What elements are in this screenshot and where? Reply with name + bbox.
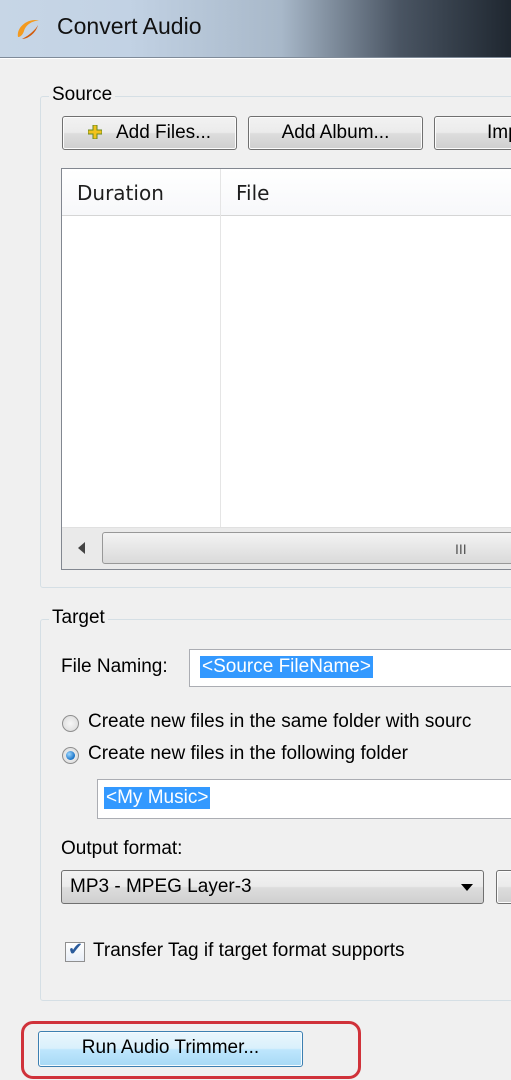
plus-icon (87, 118, 103, 140)
scroll-left-arrow-icon[interactable] (66, 532, 96, 564)
scroll-grip: III (455, 541, 467, 557)
run-audio-trimmer-label: Run Audio Trimmer... (81, 1037, 260, 1058)
add-files-button[interactable]: Add Files... (62, 116, 237, 150)
output-format-select[interactable]: MP3 - MPEG Layer-3 (61, 870, 484, 904)
radio-same-folder-label[interactable]: Create new files in the same folder with… (88, 711, 471, 733)
format-options-button[interactable] (496, 870, 511, 904)
add-album-button[interactable]: Add Album... (248, 116, 423, 150)
checkmark-icon: ✔ (68, 939, 84, 960)
radio-same-folder[interactable] (62, 715, 79, 732)
add-files-label: Add Files... (115, 122, 212, 143)
window-title: Convert Audio (57, 13, 202, 39)
output-format-label: Output format: (61, 838, 183, 859)
transfer-tag-checkbox[interactable]: ✔ (65, 939, 85, 962)
horizontal-scrollbar[interactable]: III (62, 527, 511, 569)
list-header: Duration File (62, 169, 511, 216)
chevron-down-icon (461, 884, 473, 891)
frame-divider (0, 58, 511, 59)
target-group-label: Target (49, 607, 108, 629)
source-group-label: Source (49, 84, 116, 106)
add-album-label: Add Album... (281, 122, 390, 143)
output-format-value: MP3 - MPEG Layer-3 (70, 876, 252, 897)
file-naming-input[interactable]: <Source FileName> (189, 649, 511, 687)
column-header-file[interactable]: File (236, 181, 269, 205)
window-titlebar[interactable]: Convert Audio (0, 0, 511, 58)
radio-following-folder[interactable] (62, 747, 79, 764)
radio-following-folder-label[interactable]: Create new files in the following folder (88, 743, 408, 765)
file-naming-value: <Source FileName> (200, 656, 373, 678)
file-naming-label: File Naming: (61, 656, 168, 677)
column-separator (220, 169, 221, 527)
column-header-duration[interactable]: Duration (77, 181, 164, 205)
transfer-tag-label[interactable]: Transfer Tag if target format supports (93, 940, 405, 962)
import-label: Imp (487, 122, 511, 143)
source-file-list[interactable]: Duration File III (61, 168, 511, 570)
output-folder-value: <My Music> (104, 787, 211, 809)
scroll-thumb[interactable]: III (102, 532, 511, 564)
run-audio-trimmer-button[interactable]: Run Audio Trimmer... (38, 1031, 303, 1067)
output-folder-input[interactable]: <My Music> (97, 779, 511, 819)
app-logo-icon (17, 19, 39, 39)
import-button[interactable]: Imp (434, 116, 511, 150)
